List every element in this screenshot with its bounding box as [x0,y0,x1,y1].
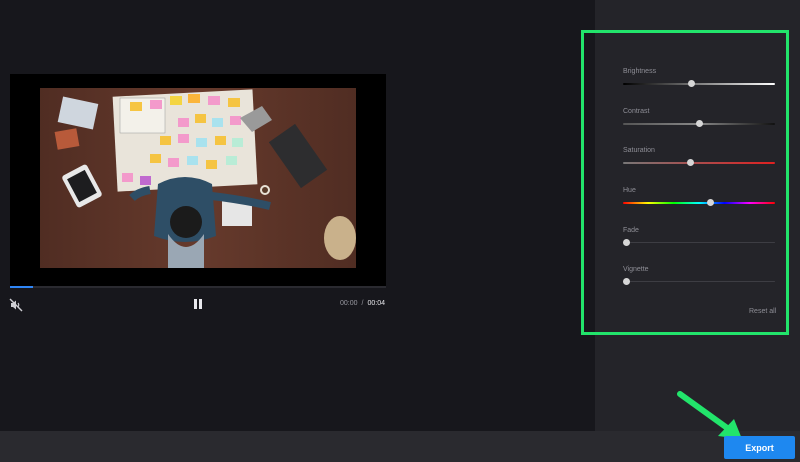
pause-button[interactable] [191,297,205,311]
saturation-label: Saturation [623,147,655,154]
brightness-label: Brightness [623,68,657,75]
hue-label: Hue [623,187,636,194]
export-button[interactable]: Export [724,436,795,459]
pause-icon [194,299,202,309]
pointer-arrow-icon [677,391,742,439]
fade-slider-thumb[interactable] [623,239,630,246]
hue-slider-thumb[interactable] [706,199,714,206]
video-progress-bar[interactable] [10,286,386,288]
brightness-track[interactable] [623,83,775,85]
hue-track[interactable] [623,202,775,204]
saturation-track[interactable] [623,162,775,164]
video-progress-fill [10,286,33,288]
mute-button[interactable] [8,297,24,313]
vignette-track[interactable] [623,281,775,282]
video-thumbnail-illustration [40,88,356,268]
saturation-slider-thumb[interactable] [686,159,694,166]
fade-track[interactable] [623,242,775,243]
fade-label: Fade [623,227,639,234]
adjustments-highlight-box [581,30,789,335]
current-time: 00:00 [340,300,358,307]
muted-speaker-icon [9,298,23,312]
duration-time: 00:04 [367,300,386,307]
contrast-slider-thumb[interactable] [696,120,703,127]
playback-time: 00:00/00:04 [340,300,385,307]
video-frame-image [40,88,356,268]
vignette-slider-thumb[interactable] [623,278,630,285]
contrast-label: Contrast [623,108,650,115]
vignette-label: Vignette [623,266,649,273]
video-player[interactable] [10,74,386,286]
time-separator: / [361,300,364,307]
reset-all-button[interactable]: Reset all [749,308,776,315]
